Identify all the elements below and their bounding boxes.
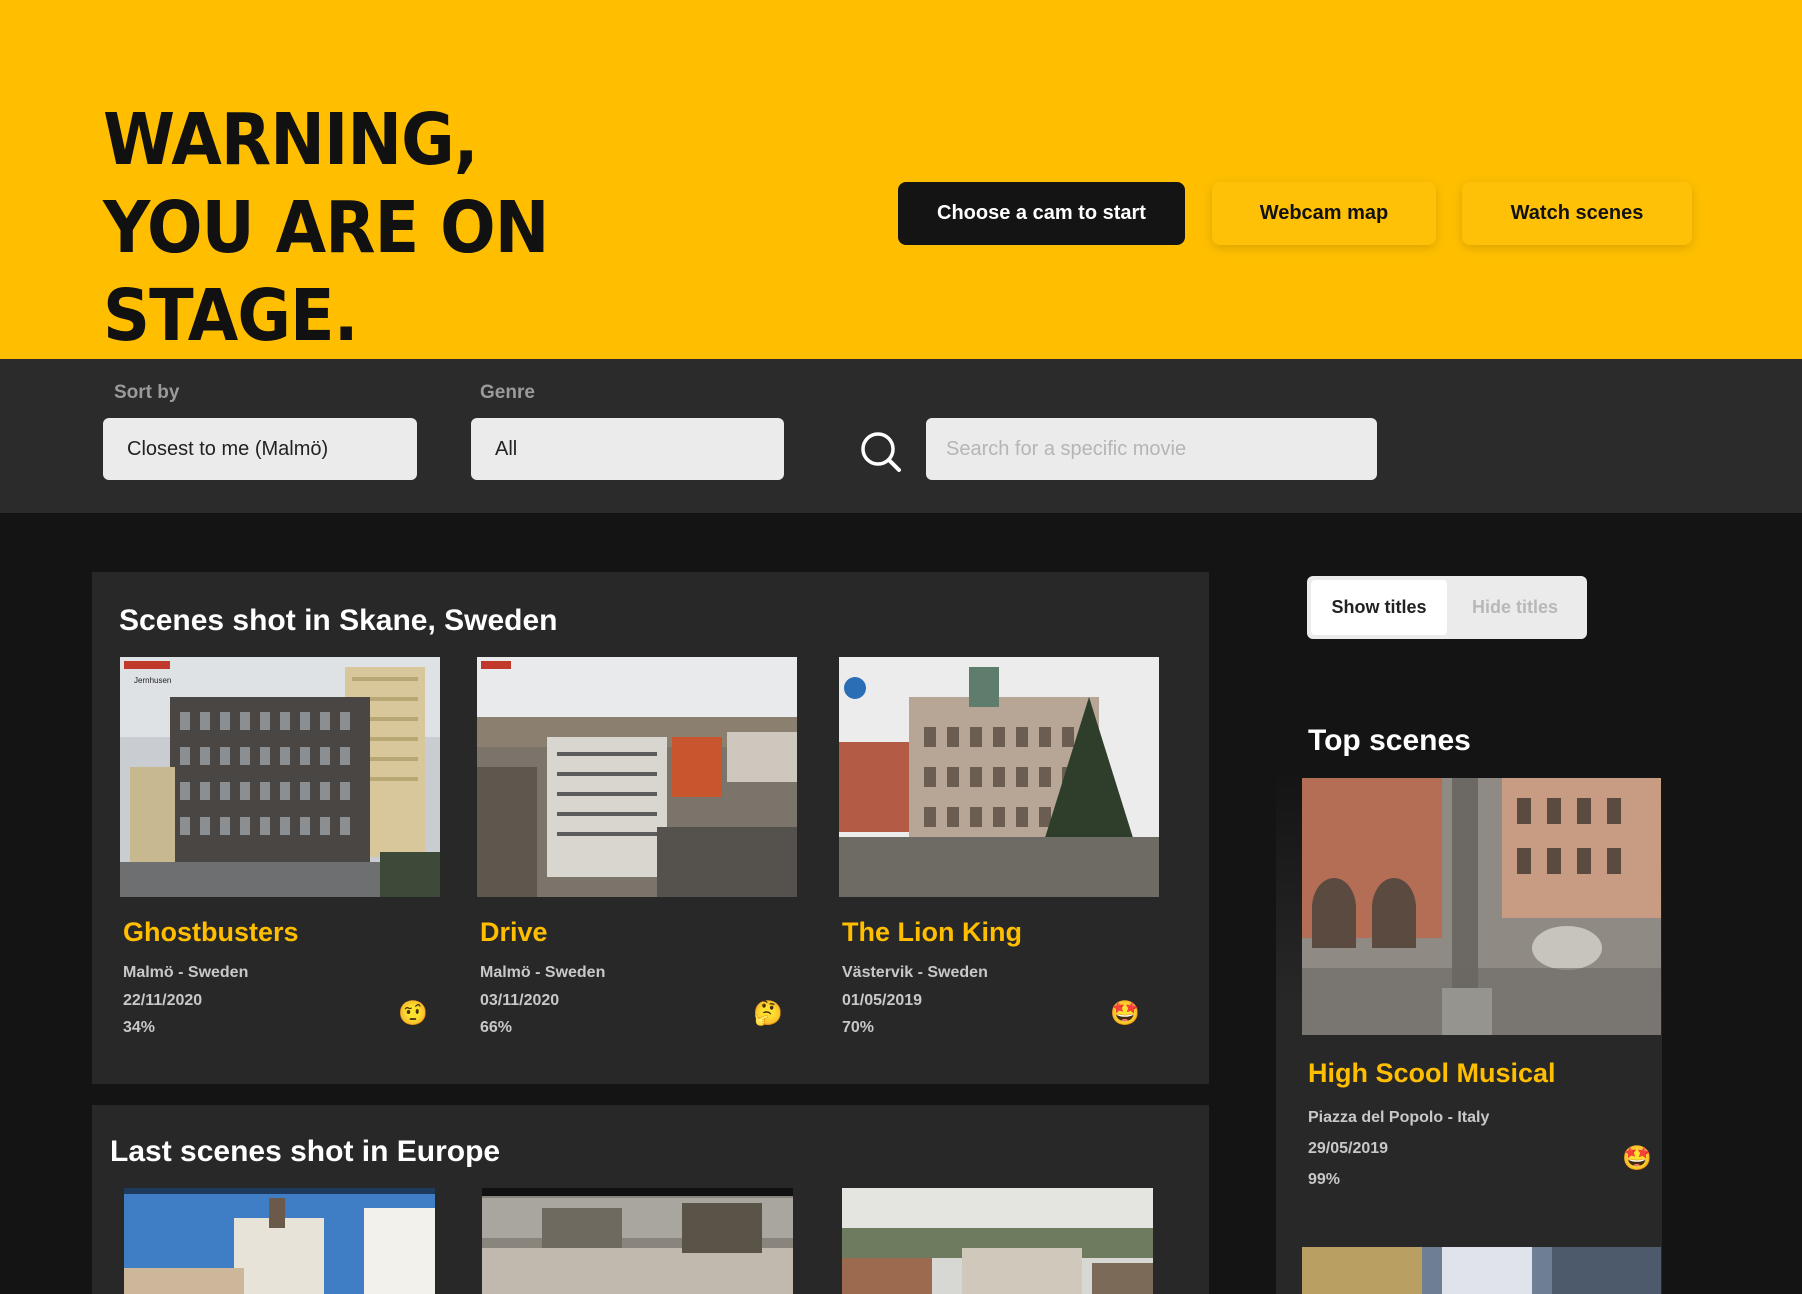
scene-rating-emoji: 🤔 bbox=[753, 1000, 783, 1027]
top-scene-score: 99% bbox=[1308, 1171, 1341, 1188]
scene-thumbnail[interactable] bbox=[482, 1188, 793, 1294]
scene-card-ghostbusters[interactable]: Jernhusen Ghostbusters Malmö - Sweden 22… bbox=[120, 657, 440, 1057]
sort-by-value: Closest to me (Malmö) bbox=[127, 437, 329, 460]
skane-scenes-panel: Scenes shot in Skane, Sweden Jernhusen G… bbox=[92, 572, 1209, 1084]
watch-scenes-button[interactable]: Watch scenes bbox=[1462, 182, 1692, 245]
scene-title[interactable]: Drive bbox=[480, 917, 548, 948]
top-scene-thumbnail[interactable] bbox=[1302, 778, 1661, 1035]
scene-thumbnail[interactable] bbox=[477, 657, 797, 897]
scene-location: Malmö - Sweden bbox=[480, 964, 606, 981]
scene-card-drive[interactable]: Drive Malmö - Sweden 03/11/2020 66% 🤔 bbox=[477, 657, 797, 1057]
top-scene-date: 29/05/2019 bbox=[1308, 1140, 1389, 1157]
scene-date: 03/11/2020 bbox=[480, 992, 560, 1009]
scene-rating-emoji: 🤨 bbox=[398, 1000, 428, 1027]
genre-label: Genre bbox=[480, 382, 535, 403]
webcam-map-button[interactable]: Webcam map bbox=[1212, 182, 1436, 245]
scene-title[interactable]: The Lion King bbox=[842, 917, 1022, 948]
top-scene-title[interactable]: High Scool Musical bbox=[1308, 1058, 1556, 1089]
title-visibility-toggle: Show titles Hide titles bbox=[1307, 576, 1587, 639]
scene-location: Västervik - Sweden bbox=[842, 964, 988, 981]
europe-scenes-panel: Last scenes shot in Europe bbox=[92, 1105, 1209, 1294]
scene-date: 01/05/2019 bbox=[842, 992, 923, 1009]
europe-panel-title: Last scenes shot in Europe bbox=[110, 1135, 501, 1168]
top-scene-thumbnail[interactable] bbox=[1302, 1247, 1661, 1294]
filter-bar: Sort by Closest to me (Malmö) Genre All bbox=[0, 359, 1802, 513]
scene-rating-emoji: 🤩 bbox=[1110, 1000, 1140, 1027]
scene-thumbnail[interactable]: Jernhusen bbox=[120, 657, 440, 897]
scene-title[interactable]: Ghostbusters bbox=[123, 917, 299, 948]
scene-score: 66% bbox=[480, 1019, 513, 1036]
scene-thumbnail[interactable] bbox=[839, 657, 1159, 897]
skane-panel-title: Scenes shot in Skane, Sweden bbox=[119, 604, 558, 637]
genre-value: All bbox=[495, 437, 518, 460]
top-scenes-title: Top scenes bbox=[1308, 724, 1471, 757]
search-input[interactable] bbox=[926, 418, 1377, 480]
hero-title: WARNING, YOU ARE ON STAGE. bbox=[103, 96, 747, 360]
hide-titles-button[interactable]: Hide titles bbox=[1447, 580, 1583, 635]
hero-title-line2: YOU ARE ON STAGE. bbox=[103, 186, 549, 357]
thumbnail-overlay-text: Jernhusen bbox=[134, 676, 171, 685]
top-scene-location: Piazza del Popolo - Italy bbox=[1308, 1109, 1490, 1126]
sort-by-label: Sort by bbox=[114, 382, 180, 403]
top-scene-rating-emoji: 🤩 bbox=[1622, 1145, 1652, 1172]
sort-by-select[interactable]: Closest to me (Malmö) bbox=[103, 418, 417, 480]
scene-date: 22/11/2020 bbox=[123, 992, 203, 1009]
scene-thumbnail[interactable] bbox=[842, 1188, 1153, 1294]
scene-score: 34% bbox=[123, 1019, 156, 1036]
choose-cam-button[interactable]: Choose a cam to start bbox=[898, 182, 1185, 245]
hero-banner: WARNING, YOU ARE ON STAGE. Choose a cam … bbox=[0, 0, 1802, 359]
show-titles-button[interactable]: Show titles bbox=[1311, 580, 1447, 635]
scene-score: 70% bbox=[842, 1019, 875, 1036]
hero-title-line1: WARNING, bbox=[103, 98, 479, 181]
search-icon[interactable] bbox=[858, 429, 902, 473]
genre-select[interactable]: All bbox=[471, 418, 784, 480]
scene-thumbnail[interactable] bbox=[124, 1188, 435, 1294]
scene-card-the-lion-king[interactable]: The Lion King Västervik - Sweden 01/05/2… bbox=[839, 657, 1159, 1057]
scene-location: Malmö - Sweden bbox=[123, 964, 249, 981]
